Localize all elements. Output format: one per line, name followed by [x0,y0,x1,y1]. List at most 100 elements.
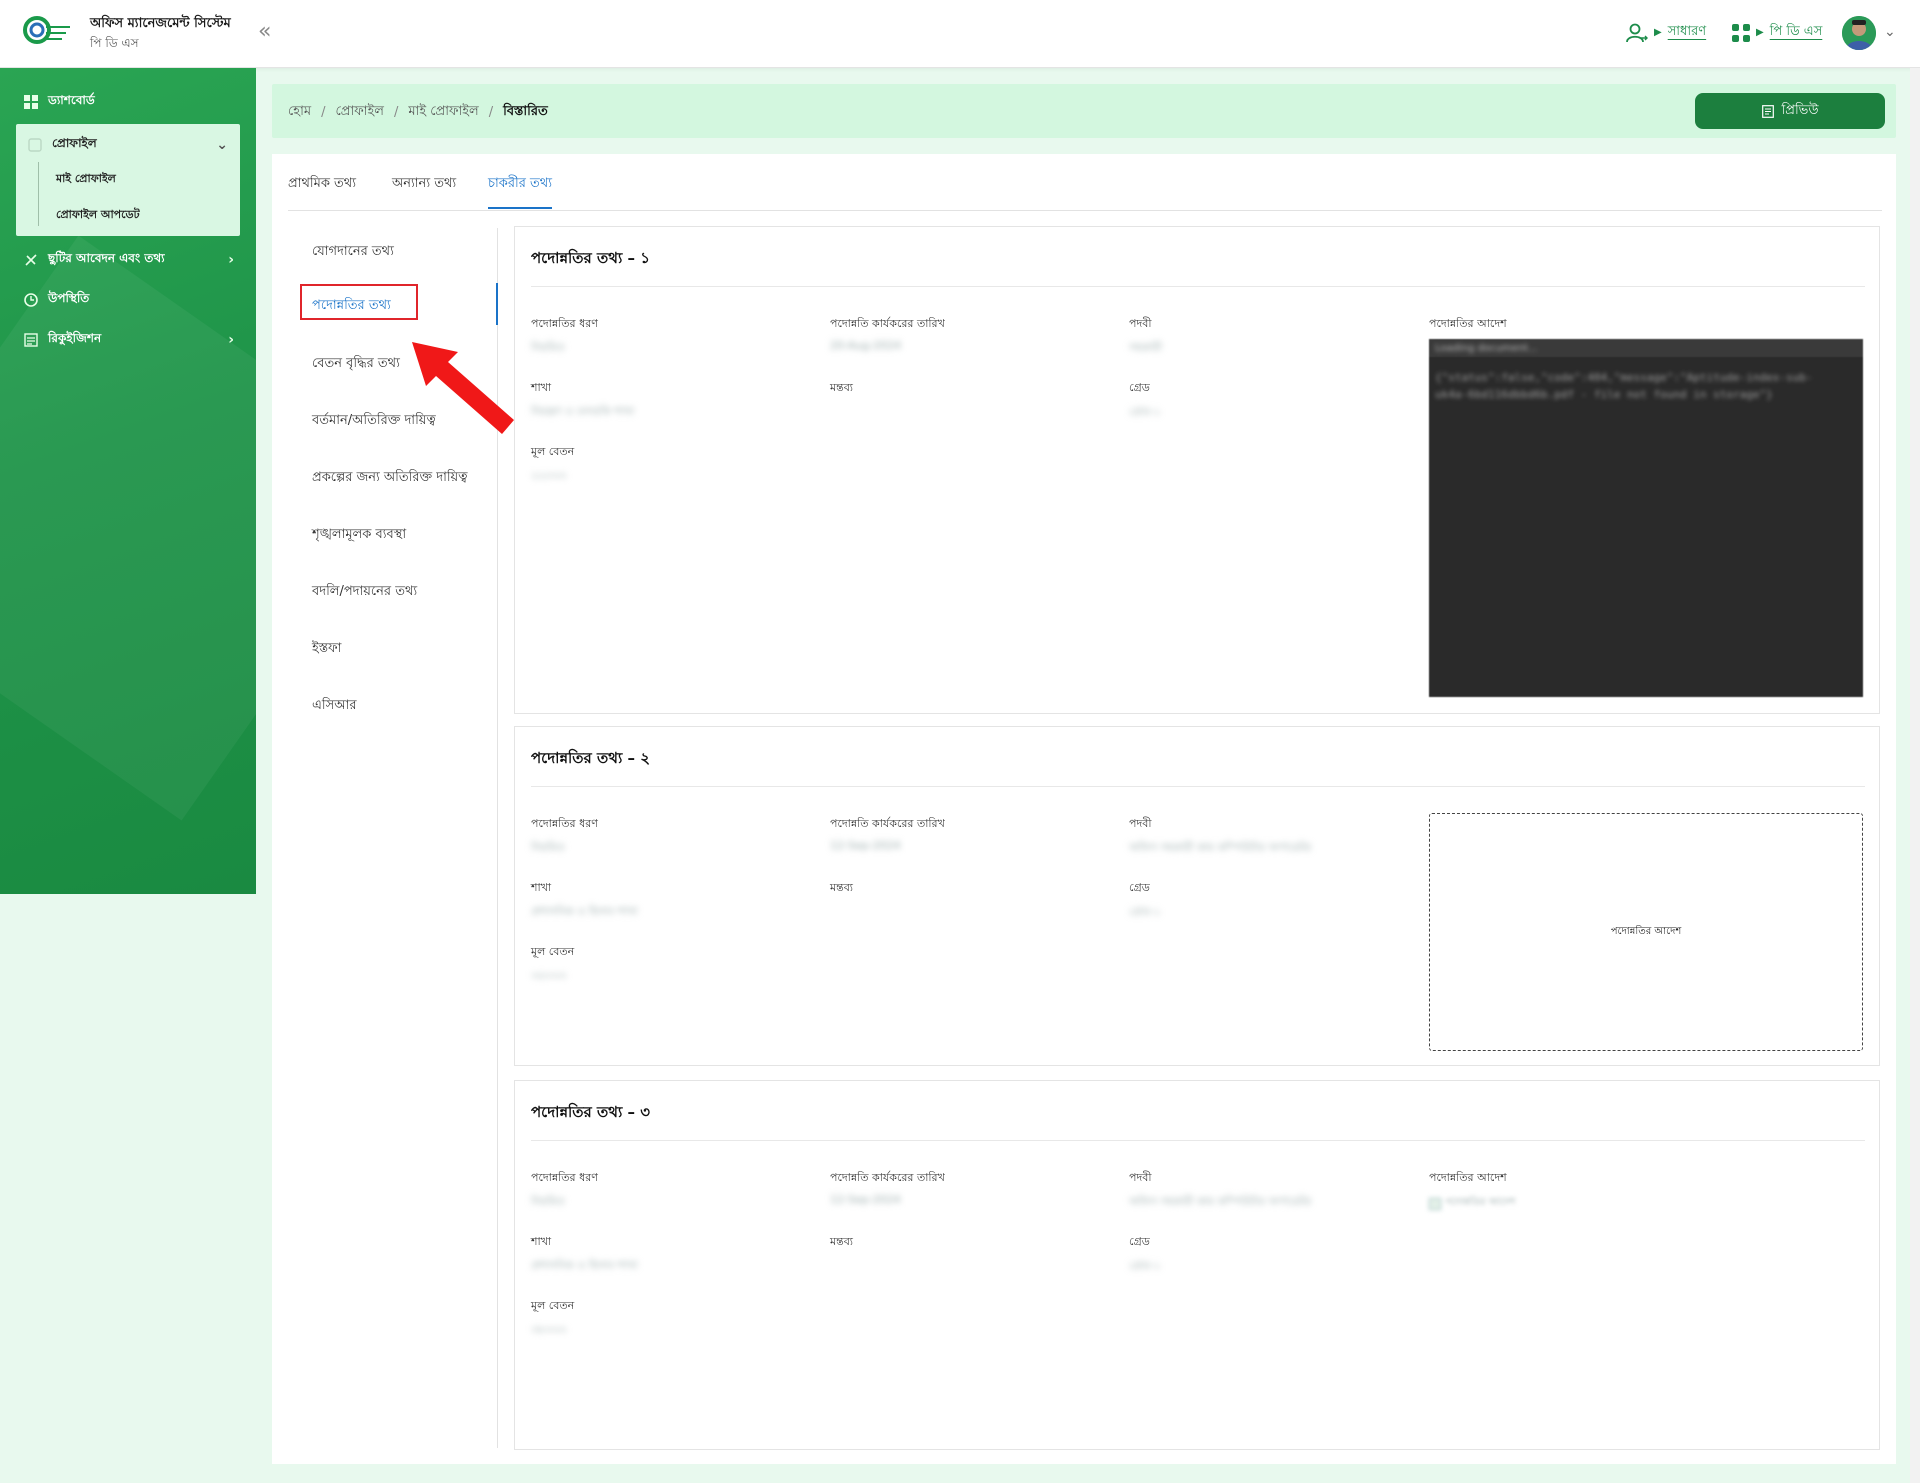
grade-label: গ্রেড [1129,881,1150,894]
role-label[interactable]: সাধারণ [1668,22,1706,43]
branch-label: শাখা [531,1235,552,1248]
app-subtitle: পি ডি এস [90,36,139,50]
sidebar-item-leave[interactable]: ছুটির আবেদন এবং তথ্য › [24,250,234,270]
promotion-card-2: পদোন্নতির তথ্য – ২ পদোন্নতির ধরণ নিয়মিত… [514,726,1880,1066]
module-switcher[interactable]: ▶ পি ডি এস [1732,22,1822,43]
leave-icon [25,254,37,266]
sidebar-item-label: ছুটির আবেদন এবং তথ্য [48,251,165,265]
basic-salary-label: মূল বেতন [531,1299,575,1312]
preview-label: প্রিভিউ [1781,102,1819,118]
chevron-right-icon: › [228,252,234,268]
subnav-acr[interactable]: এসিআর [312,696,357,717]
module-label[interactable]: পি ডি এস [1770,22,1823,43]
grade-label: গ্রেড [1129,381,1150,394]
apps-grid-icon [1732,23,1750,42]
user-switch-icon [1626,23,1648,42]
sidebar-item-attendance[interactable]: উপস্থিতি [24,290,234,310]
caret-right-icon: ▶ [1654,27,1662,38]
basic-salary-value: ২২০০০ [531,469,567,482]
grade-value: গ্রেড-১ [1129,905,1161,918]
branch-value: প্রশাসনিক ও হিসাব শাখা [531,905,638,918]
subnav-active-indicator [496,283,498,325]
sidebar-item-profile[interactable]: প্রোফাইল ⌄ [28,135,228,155]
card-divider [531,786,1865,787]
preview-button[interactable]: প্রিভিউ [1695,93,1885,129]
subnav-project-charge[interactable]: প্রকল্পের জন্য অতিরিক্ত দায়িত্ব [312,468,467,489]
designation-value: অফিস সহকারী কাম কম্পিউটার অপারেটর [1129,841,1312,854]
effective-date-value: 12-Sep-2024 [830,1193,901,1206]
app-title: অফিস ম্যানেজমেন্ট সিস্টেম [90,16,231,31]
breadcrumb-my-profile[interactable]: মাই প্রোফাইল [408,102,478,123]
promotion-order-image[interactable]: পদোন্নতির আদেশ [1429,1195,1516,1212]
breadcrumb: হোম / প্রোফাইল / মাই প্রোফাইল / বিস্তারি… [288,102,548,123]
effective-date-value: 12-Sep-2024 [830,839,901,852]
chevron-right-icon: › [228,332,234,348]
subnav-transfer-info[interactable]: বদলি/পদায়নের তথ্য [312,582,417,603]
chevron-down-icon[interactable]: ⌄ [1884,24,1896,40]
clock-icon [24,293,38,307]
remarks-label: মন্তব্য [830,1235,854,1248]
chevron-down-icon: ⌄ [216,137,228,153]
promotion-order-label: পদোন্নতির আদেশ [1429,317,1507,330]
basic-salary-label: মূল বেতন [531,945,575,958]
card-divider [531,1140,1865,1141]
promotion-type-value: নিয়মিত [531,341,565,354]
promotion-type-label: পদোন্নতির ধরণ [531,1171,598,1184]
double-chevron-left-icon[interactable]: « [258,20,271,44]
branch-label: শাখা [531,881,552,894]
grade-label: গ্রেড [1129,1235,1150,1248]
page-scrollbar[interactable] [1910,68,1920,1483]
tab-job-info[interactable]: চাকরীর তথ্য [488,174,552,209]
sidebar-item-requisition[interactable]: রিকুইজিশন › [24,330,234,350]
broken-image-icon [1429,1197,1441,1210]
promotion-type-value: নিয়মিত [531,841,565,854]
effective-date-label: পদোন্নতি কার্যকরের তারিখ [830,817,945,830]
grade-value: গ্রেড-১ [1129,1259,1161,1272]
breadcrumb-profile[interactable]: প্রোফাইল [335,102,383,123]
user-avatar-icon [1842,16,1876,50]
sidebar-item-label: প্রোফাইল [52,136,97,150]
role-switcher[interactable]: ▶ সাধারণ [1626,22,1706,43]
designation-label: পদবী [1129,817,1152,830]
viewer-error-text: {"status":false,"code":404,"message":"Ap… [1435,371,1813,401]
placeholder-label: পদোন্নতির আদেশ [1610,925,1682,937]
promotion-type-label: পদোন্নতির ধরণ [531,317,598,330]
top-header: অফিস ম্যানেজমেন্ট সিস্টেম পি ডি এস « ▶ স… [0,0,1920,68]
sidebar-item-profile-update[interactable]: প্রোফাইল আপডেট [56,206,140,225]
sidebar-item-dashboard[interactable]: ড্যাশবোর্ড [24,92,234,112]
caret-right-icon: ▶ [1756,27,1764,38]
profile-icon [28,138,42,152]
effective-date-label: পদোন্নতি কার্যকরের তারিখ [830,1171,945,1184]
tab-other-info[interactable]: অন্যান্য তথ্য [392,174,456,207]
effective-date-label: পদোন্নতি কার্যকরের তারিখ [830,317,945,330]
breadcrumb-current: বিস্তারিত [503,104,548,119]
tab-basic-info[interactable]: প্রাথমিক তথ্য [288,174,356,207]
basic-salary-value: ৩৮০০০ [531,1323,567,1336]
subnav-resignation[interactable]: ইস্তফা [312,639,341,660]
designation-value: অফিস সহকারী কাম কম্পিউটার অপারেটর [1129,1195,1312,1208]
subnav-increment-info[interactable]: বেতন বৃদ্ধির তথ্য [312,354,400,375]
subnav-disciplinary[interactable]: শৃঙ্খলামূলক ব্যবস্থা [312,525,406,546]
subnav-joining-info[interactable]: যোগদানের তথ্য [312,242,394,263]
promotion-type-value: নিয়মিত [531,1195,565,1208]
submenu-line [38,162,39,226]
promotion-order-placeholder[interactable]: পদোন্নতির আদেশ [1429,813,1863,1051]
card-divider [531,286,1865,287]
image-alt-text: পদোন্নতির আদেশ [1445,1197,1516,1208]
promotion-order-viewer[interactable]: Loading document... {"status":false,"cod… [1429,339,1863,697]
annotation-arrow-icon [412,342,514,434]
basic-salary-label: মূল বেতন [531,445,575,458]
sidebar: ড্যাশবোর্ড প্রোফাইল ⌄ মাই প্রোফাইল প্রোফ… [0,68,256,894]
promotion-order-label: পদোন্নতির আদেশ [1429,1171,1507,1184]
card-title: পদোন্নতির তথ্য – ৩ [531,1103,651,1121]
breadcrumb-home[interactable]: হোম [288,102,311,123]
viewer-title: Loading document... [1435,343,1538,354]
effective-date-value: 20-Aug-2024 [830,339,902,352]
promotion-card-3: পদোন্নতির তথ্য – ৩ পদোন্নতির ধরণ নিয়মিত… [514,1080,1880,1450]
remarks-label: মন্তব্য [830,381,854,394]
avatar[interactable] [1842,16,1876,50]
promotion-card-1: পদোন্নতির তথ্য – ১ পদোন্নতির ধরণ নিয়মিত… [514,226,1880,714]
breadcrumb-separator: / [488,105,494,120]
logo-icon [23,16,70,44]
sidebar-item-my-profile[interactable]: মাই প্রোফাইল [56,170,116,189]
